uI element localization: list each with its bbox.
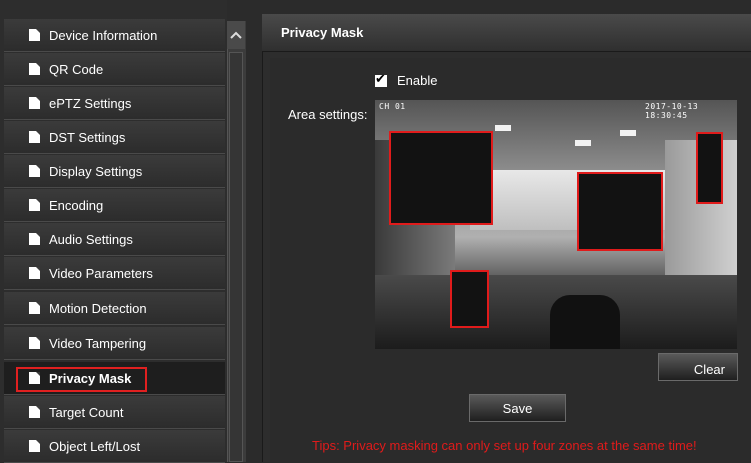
- enable-row: Enable: [375, 72, 438, 88]
- chevron-up-icon[interactable]: [227, 21, 245, 49]
- osd-channel: CH 01: [379, 102, 406, 111]
- sidebar-item-privacy-mask[interactable]: Privacy Mask: [4, 362, 225, 395]
- enable-checkbox[interactable]: [375, 72, 387, 87]
- scrollbar-thumb[interactable]: [229, 52, 243, 462]
- panel-title: Privacy Mask: [262, 14, 751, 52]
- document-icon: [29, 406, 40, 418]
- sidebar-item-audio-settings[interactable]: Audio Settings: [4, 223, 225, 256]
- camera-chair: [550, 295, 620, 349]
- sidebar-item-label: Device Information: [49, 27, 158, 43]
- document-icon: [29, 29, 40, 41]
- sidebar-item-label: Audio Settings: [49, 231, 133, 247]
- privacy-mask-zone[interactable]: [696, 132, 723, 204]
- ceiling-light: [620, 130, 636, 136]
- sidebar-item-label: Target Count: [49, 404, 124, 420]
- sidebar-item-encoding[interactable]: Encoding: [4, 189, 225, 222]
- sidebar-nav: Device Information QR Code ePTZ Settings…: [0, 0, 227, 463]
- document-icon: [29, 337, 40, 349]
- sidebar-item-label: Motion Detection: [49, 300, 147, 316]
- tips-text: Tips: Privacy masking can only set up fo…: [312, 438, 697, 453]
- sidebar-item-label: Video Parameters: [49, 265, 153, 281]
- osd-timestamp: 2017-10-13 18:30:45: [645, 102, 699, 120]
- document-icon: [29, 302, 40, 314]
- sidebar-item-dst-settings[interactable]: DST Settings: [4, 121, 225, 154]
- privacy-mask-zone[interactable]: [450, 270, 489, 328]
- privacy-mask-zone[interactable]: [577, 172, 663, 251]
- sidebar-item-object-left-lost[interactable]: Object Left/Lost: [4, 430, 225, 463]
- sidebar-item-label: Object Left/Lost: [49, 438, 141, 454]
- sidebar-item-motion-detection[interactable]: Motion Detection: [4, 292, 225, 325]
- sidebar-item-label: Video Tampering: [49, 335, 147, 351]
- document-icon: [29, 199, 40, 211]
- sidebar-item-label: Encoding: [49, 197, 104, 213]
- sidebar-item-video-parameters[interactable]: Video Parameters: [4, 257, 225, 290]
- sidebar-item-label: Display Settings: [49, 163, 143, 179]
- sidebar-item-label: QR Code: [49, 61, 104, 77]
- sidebar-item-label: ePTZ Settings: [49, 95, 132, 111]
- sidebar-item-qr-code[interactable]: QR Code: [4, 53, 225, 86]
- area-settings-label: Area settings:: [288, 107, 368, 122]
- document-icon: [29, 97, 40, 109]
- document-icon: [29, 63, 40, 75]
- document-icon: [29, 372, 40, 384]
- sidebar-item-device-information[interactable]: Device Information: [4, 19, 225, 52]
- document-icon: [29, 131, 40, 143]
- clear-button[interactable]: Clear: [658, 353, 738, 381]
- ceiling-light: [575, 140, 591, 146]
- ceiling-light: [495, 125, 511, 131]
- document-icon: [29, 165, 40, 177]
- save-button[interactable]: Save: [469, 394, 566, 422]
- sidebar-item-label: Privacy Mask: [49, 370, 132, 386]
- sidebar-item-eptz-settings[interactable]: ePTZ Settings: [4, 87, 225, 120]
- sidebar-item-target-count[interactable]: Target Count: [4, 396, 225, 429]
- privacy-mask-zone[interactable]: [389, 131, 493, 225]
- document-icon: [29, 267, 40, 279]
- sidebar-item-video-tampering[interactable]: Video Tampering: [4, 327, 225, 360]
- document-icon: [29, 233, 40, 245]
- document-icon: [29, 440, 40, 452]
- sidebar-item-label: DST Settings: [49, 129, 126, 145]
- enable-label: Enable: [397, 73, 438, 88]
- sidebar-item-display-settings[interactable]: Display Settings: [4, 155, 225, 188]
- camera-preview[interactable]: CH 01 2017-10-13 18:30:45: [375, 100, 737, 349]
